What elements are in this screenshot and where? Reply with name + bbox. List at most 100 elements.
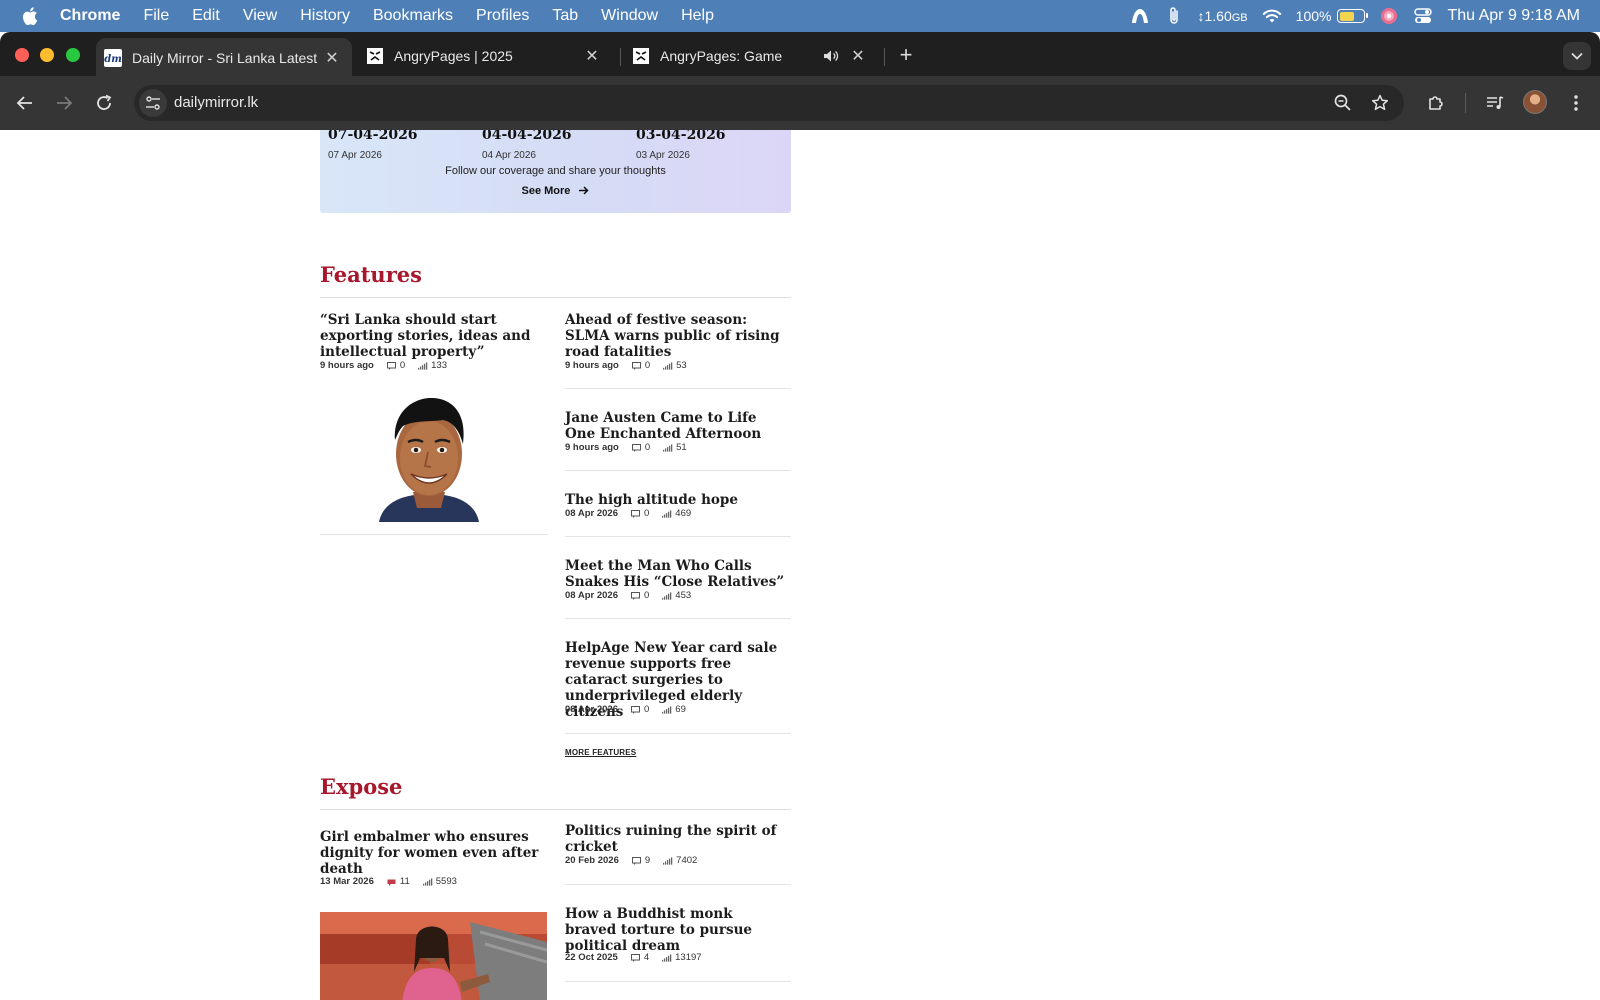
comment-icon xyxy=(386,361,397,370)
menu-view[interactable]: View xyxy=(243,7,277,25)
address-bar[interactable] xyxy=(134,85,1404,121)
apple-logo-icon[interactable] xyxy=(22,7,38,25)
menu-bookmarks[interactable]: Bookmarks xyxy=(373,7,453,25)
tab-close-icon[interactable]: ✕ xyxy=(848,46,868,66)
wifi-icon[interactable] xyxy=(1262,6,1282,26)
tab-close-icon[interactable]: ✕ xyxy=(582,46,602,66)
tab-close-icon[interactable]: ✕ xyxy=(322,48,342,68)
profile-avatar[interactable] xyxy=(1523,90,1547,114)
views-signal-icon xyxy=(662,953,672,962)
battery-icon[interactable] xyxy=(1337,9,1369,23)
views-signal-icon xyxy=(663,361,673,370)
article-date: 9 hours ago xyxy=(565,360,619,371)
comment-count: 0 xyxy=(644,442,651,453)
views-signal-icon xyxy=(662,705,672,714)
article-date: 08 Apr 2026 xyxy=(565,704,618,715)
item-divider xyxy=(320,534,548,535)
menu-profiles[interactable]: Profiles xyxy=(476,7,529,25)
feature-headline[interactable]: The high altitude hope xyxy=(565,492,787,508)
zoom-button[interactable] xyxy=(1331,91,1355,115)
banner-date-sub: 04 Apr 2026 xyxy=(482,150,536,161)
menu-file[interactable]: File xyxy=(143,7,169,25)
macos-menubar: Chrome File Edit View History Bookmarks … xyxy=(0,0,1600,32)
view-count: 13197 xyxy=(675,952,702,963)
memory-indicator[interactable]: ↕1.60GB xyxy=(1198,8,1248,24)
more-features-link[interactable]: MORE FEATURES xyxy=(565,748,636,757)
extensions-button[interactable] xyxy=(1424,91,1448,115)
banner-date-heading[interactable]: 07-04-2026 xyxy=(328,130,418,143)
banner-date-item[interactable]: 03-04-2026 03 Apr 2026 xyxy=(636,130,726,161)
article-date: 9 hours ago xyxy=(565,442,619,453)
menu-window[interactable]: Window xyxy=(601,7,658,25)
back-button[interactable] xyxy=(13,91,37,115)
tab-daily-mirror[interactable]: dm Daily Mirror - Sri Lanka Latest ✕ xyxy=(96,38,352,78)
banner-date-heading[interactable]: 03-04-2026 xyxy=(636,130,726,143)
control-center-icon[interactable] xyxy=(1413,6,1433,26)
views-signal-icon xyxy=(663,443,673,452)
tab-title: AngryPages: Game xyxy=(660,48,783,64)
siri-icon[interactable] xyxy=(1379,6,1399,26)
expose-headline[interactable]: Politics ruining the spirit of cricket xyxy=(565,823,787,855)
window-close-button[interactable] xyxy=(15,48,29,62)
article-date: 13 Mar 2026 xyxy=(320,876,374,887)
views-signal-icon xyxy=(662,591,672,600)
paperclip-icon[interactable] xyxy=(1164,6,1184,26)
menu-help[interactable]: Help xyxy=(681,7,714,25)
menubar-clock[interactable]: Thu Apr 9 9:18 AM xyxy=(1447,7,1580,25)
menu-tab[interactable]: Tab xyxy=(552,7,578,25)
tab-angrypages-game[interactable]: AngryPages: Game ✕ xyxy=(624,38,878,74)
expose-section-title[interactable]: Expose xyxy=(320,774,402,799)
banner-date-item[interactable]: 04-04-2026 04 Apr 2026 xyxy=(482,130,572,161)
article-meta: 20 Feb 2026 9 7402 xyxy=(565,855,710,866)
menu-app-chrome[interactable]: Chrome xyxy=(60,7,120,25)
article-meta: 22 Oct 2025 4 13197 xyxy=(565,952,715,963)
article-meta: 9 hours ago 0 53 xyxy=(565,360,700,371)
url-text[interactable]: dailymirror.lk xyxy=(174,94,258,111)
window-minimize-button[interactable] xyxy=(40,48,54,62)
article-meta: 08 Apr 2026 0 69 xyxy=(565,704,699,715)
bookmark-button[interactable] xyxy=(1368,91,1392,115)
chrome-menu-button[interactable] xyxy=(1564,91,1588,115)
see-more-link[interactable]: See More xyxy=(320,185,791,197)
view-count: 453 xyxy=(675,590,692,601)
speaker-icon[interactable] xyxy=(822,47,840,65)
angrypages-icon xyxy=(632,47,650,65)
reload-button[interactable] xyxy=(92,91,116,115)
article-date: 20 Feb 2026 xyxy=(565,855,619,866)
comment-icon xyxy=(631,856,642,865)
banner-follow-text: Follow our coverage and share your thoug… xyxy=(445,165,666,177)
feature-headline[interactable]: Ahead of festive season: SLMA warns publ… xyxy=(565,312,787,360)
comment-count: 0 xyxy=(644,360,651,371)
banner-date-heading[interactable]: 04-04-2026 xyxy=(482,130,572,143)
banner-date-item[interactable]: 07-04-2026 07 Apr 2026 xyxy=(328,130,418,161)
arc-app-icon[interactable] xyxy=(1130,6,1150,26)
window-zoom-button[interactable] xyxy=(66,48,80,62)
feature-lead-photo[interactable] xyxy=(373,392,485,522)
comment-icon xyxy=(631,443,642,452)
article-meta: 08 Apr 2026 0 453 xyxy=(565,590,704,601)
arrow-right-icon xyxy=(579,186,590,195)
feature-headline[interactable]: Jane Austen Came to Life One Enchanted A… xyxy=(565,410,787,442)
comment-icon xyxy=(631,361,642,370)
menu-history[interactable]: History xyxy=(300,7,350,25)
media-controls-button[interactable] xyxy=(1483,91,1507,115)
item-divider xyxy=(565,536,791,537)
features-section-title[interactable]: Features xyxy=(320,262,422,287)
expose-lead-headline[interactable]: Girl embalmer who ensures dignity for wo… xyxy=(320,829,545,877)
tab-angrypages-2025[interactable]: AngryPages | 2025 ✕ xyxy=(358,38,612,74)
queue-music-icon xyxy=(1487,96,1504,109)
comment-count: 9 xyxy=(644,855,651,866)
item-divider xyxy=(565,733,791,734)
tab-search-button[interactable] xyxy=(1563,42,1591,70)
feature-lead-headline[interactable]: “Sri Lanka should start exporting storie… xyxy=(320,312,545,360)
site-info-button[interactable] xyxy=(139,89,167,117)
section-divider xyxy=(320,297,791,298)
expose-lead-photo[interactable] xyxy=(320,912,547,1000)
menu-edit[interactable]: Edit xyxy=(192,7,220,25)
dm-logo-icon: dm xyxy=(104,49,122,67)
expose-headline[interactable]: How a Buddhist monk braved torture to pu… xyxy=(565,906,787,954)
new-tab-button[interactable]: + xyxy=(895,42,917,67)
forward-button[interactable] xyxy=(52,91,76,115)
feature-headline[interactable]: Meet the Man Who Calls Snakes His “Close… xyxy=(565,558,787,590)
comment-count: 0 xyxy=(644,590,650,601)
